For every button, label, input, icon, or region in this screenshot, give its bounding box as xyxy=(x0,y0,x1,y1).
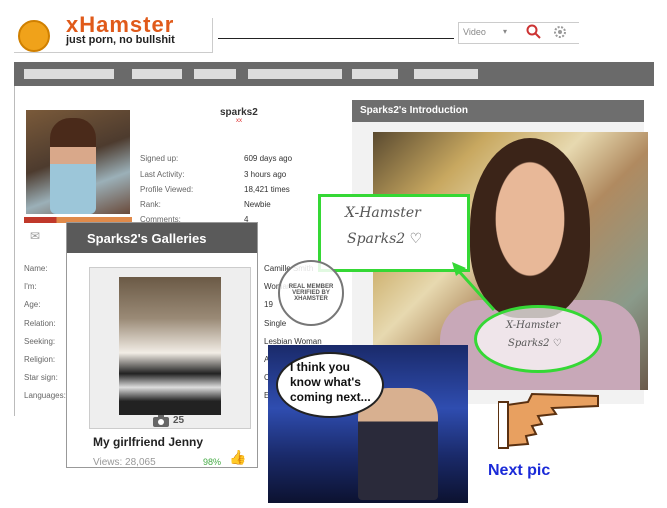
stat-label: Profile Viewed: xyxy=(140,185,194,194)
gallery-rating: 98% xyxy=(203,457,222,467)
gallery-name[interactable]: My girlfriend Jenny xyxy=(93,435,203,449)
stamp-text: REAL MEMBER VERIFIED BY XHAMSTER xyxy=(288,284,334,302)
gallery-views: Views: 28,065 xyxy=(93,457,156,468)
stat-label: Signed up: xyxy=(140,154,179,163)
nav-item[interactable] xyxy=(132,69,182,79)
photo-note-line1: X-Hamster xyxy=(506,320,561,331)
stat-value: 3 hours ago xyxy=(244,170,287,179)
photo-count: 25 xyxy=(173,415,185,426)
detail-label: Religion: xyxy=(24,355,56,364)
intro-title: Sparks2's Introduction xyxy=(360,105,468,116)
nav-item[interactable] xyxy=(24,69,114,79)
detail-label: Seeking: xyxy=(24,337,56,346)
intro-header: Sparks2's Introduction xyxy=(352,100,644,122)
nav-item[interactable] xyxy=(414,69,478,79)
nav-item[interactable] xyxy=(248,69,342,79)
chevron-down-icon: ▾ xyxy=(503,27,508,36)
brand-tagline: just porn, no bullshit xyxy=(66,34,175,46)
search-input[interactable] xyxy=(218,38,454,39)
verified-stamp: REAL MEMBER VERIFIED BY XHAMSTER xyxy=(278,260,344,326)
stat-value: Newbie xyxy=(244,200,271,209)
search-icon[interactable] xyxy=(526,24,542,40)
zoom-note-line1: X-Hamster xyxy=(345,205,421,221)
pointing-hand-icon[interactable] xyxy=(498,392,602,454)
gender-mark: xx xyxy=(236,118,242,124)
thumbs-up-icon[interactable]: 👍 xyxy=(229,449,246,465)
detail-label: Languages: xyxy=(24,391,66,400)
detail-value: Single xyxy=(264,319,287,328)
stat-value: 609 days ago xyxy=(244,154,293,163)
gallery-thumbnail[interactable] xyxy=(119,277,221,415)
zoom-note-line2: Sparks2 ♡ xyxy=(347,231,423,247)
detail-label: Age: xyxy=(24,300,41,309)
detail-value: 19 xyxy=(264,300,273,309)
speech-bubble-text: I think you know what's coming next... xyxy=(290,360,371,404)
hamster-logo-icon xyxy=(18,20,50,52)
camera-icon xyxy=(153,415,169,427)
galleries-header: Sparks2's Galleries xyxy=(67,223,257,253)
galleries-panel: Sparks2's Galleries 25 My girlfriend Jen… xyxy=(66,222,258,468)
stat-label: Rank: xyxy=(140,200,161,209)
arrow-icon xyxy=(452,262,496,312)
detail-label: I'm: xyxy=(24,282,37,291)
detail-label: Name: xyxy=(24,264,48,273)
photo-note-line2: Sparks2 ♡ xyxy=(508,338,562,349)
stat-value: 18,421 times xyxy=(244,185,290,194)
next-pic-link[interactable]: Next pic xyxy=(488,462,550,480)
search-category-label: Video xyxy=(463,27,486,37)
mail-icon[interactable]: ✉ xyxy=(30,229,40,243)
detail-label: Star sign: xyxy=(24,373,58,382)
detail-label: Relation: xyxy=(24,319,56,328)
site-logo[interactable]: xHamster just porn, no bullshit xyxy=(14,12,213,53)
nav-item[interactable] xyxy=(352,69,398,79)
profile-username: sparks2 xyxy=(220,107,258,118)
main-nav xyxy=(14,62,654,86)
nav-item[interactable] xyxy=(194,69,236,79)
stat-label: Last Activity: xyxy=(140,170,185,179)
page-border xyxy=(14,86,15,416)
gear-icon[interactable] xyxy=(552,24,568,40)
avatar-figure xyxy=(50,118,96,214)
galleries-title: Sparks2's Galleries xyxy=(87,231,207,246)
